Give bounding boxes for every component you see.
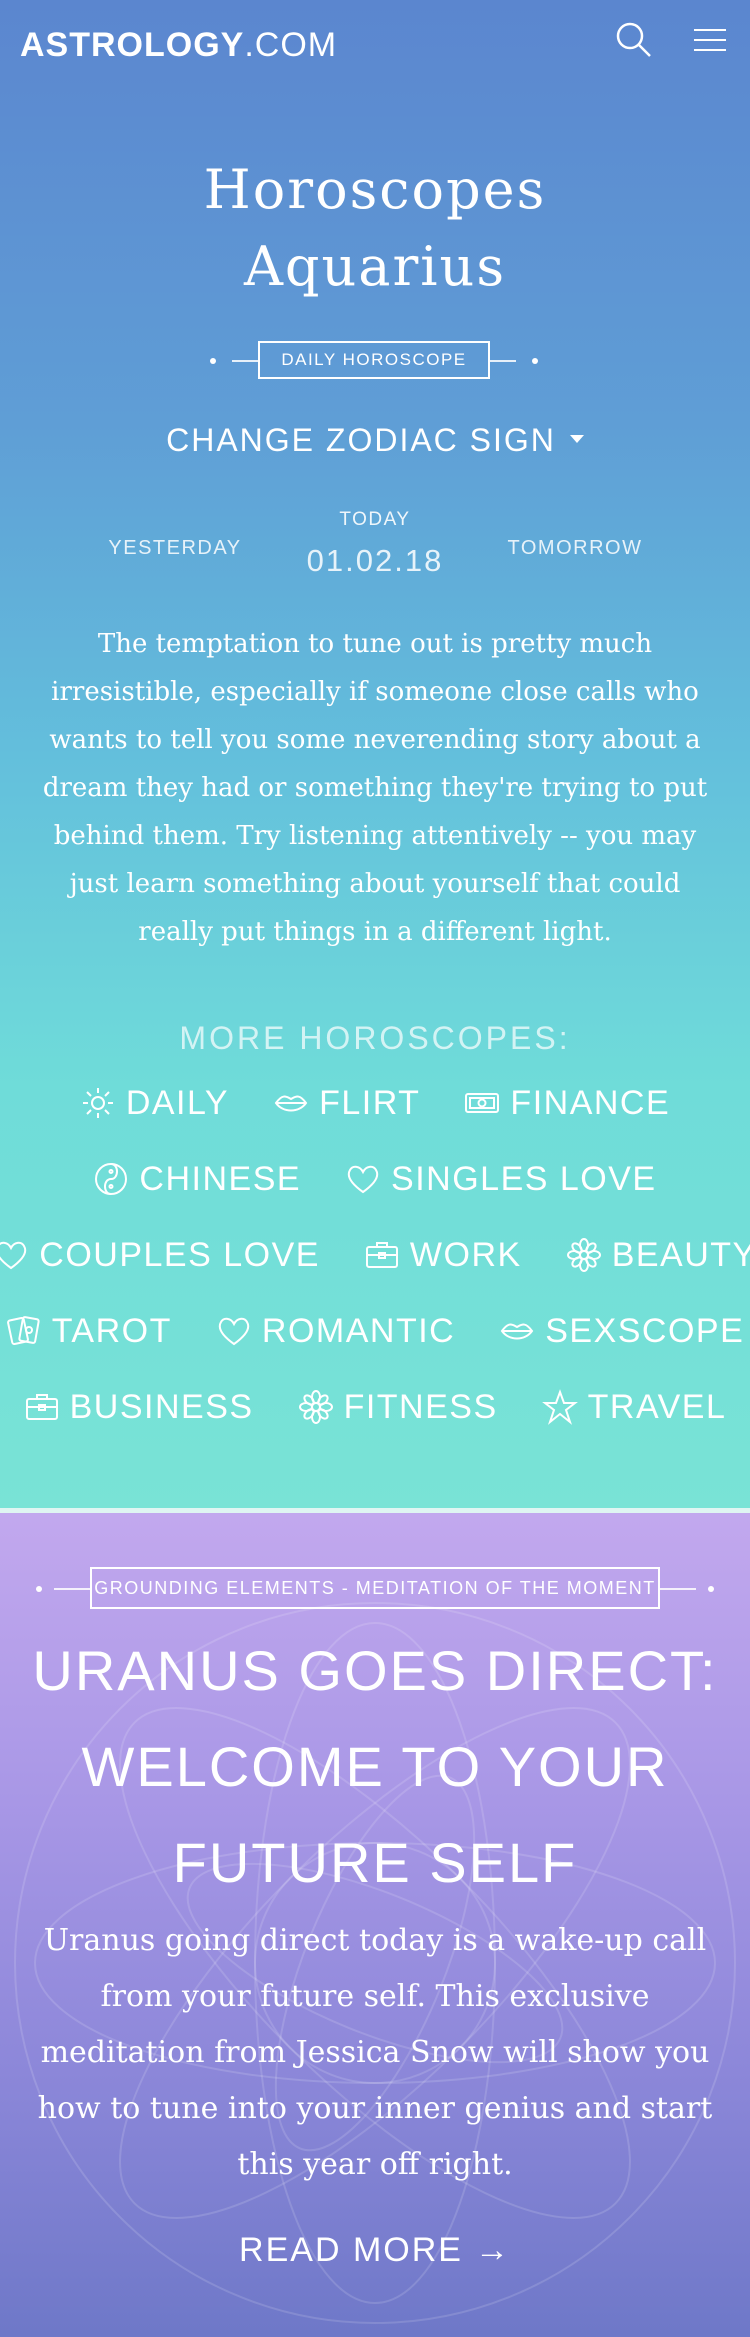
ornament-dot [708,1586,714,1592]
more-horoscopes-title: MORE HOROSCOPES: [179,1020,571,1056]
ornament-dot [36,1586,42,1592]
today-date: 01.02.18 [306,543,444,578]
day-navigation: YESTERDAY TODAY 01.02.18 TOMORROW [0,505,750,585]
horoscope-text: The temptation to tune out is pretty muc… [42,629,708,947]
logo-suffix: .COM [244,26,338,64]
caret-down-icon [569,434,584,443]
change-sign-label: CHANGE ZODIAC SIGN [166,422,556,458]
link-label: SINGLES LOVE [391,1159,657,1198]
link-fitness[interactable]: FITNESS [298,1388,498,1427]
ornament-line [54,1588,90,1590]
link-label: SEXSCOPE [545,1311,745,1350]
heart-icon [347,1165,379,1194]
search-button[interactable] [612,18,656,62]
ornament-dot [532,358,538,364]
link-label: FITNESS [343,1387,498,1426]
link-label: FINANCE [510,1083,671,1122]
link-romantic[interactable]: ROMANTIC [216,1312,455,1351]
tomorrow-link[interactable]: TOMORROW [490,537,660,560]
heart-icon [0,1241,27,1270]
link-label: CHINESE [139,1159,302,1198]
page-title: Horoscopes [203,158,547,221]
link-couples-love[interactable]: COUPLES LOVE [0,1236,320,1275]
lips-icon [500,1323,534,1340]
link-beauty[interactable]: BEAUTY [566,1236,750,1275]
lips-icon [274,1095,308,1112]
link-finance[interactable]: FINANCE [464,1084,670,1123]
ornament-line [660,1588,696,1590]
link-label: ROMANTIC [261,1311,456,1350]
flower-icon [298,1390,333,1424]
link-travel[interactable]: TRAVEL [541,1387,727,1427]
link-label: BEAUTY [611,1235,750,1274]
today-label: TODAY [339,509,411,530]
links-row: TAROT ROMANTIC SEXSCOPE [0,1301,750,1361]
section-label-ornament: DAILY HOROSCOPE [210,341,540,381]
money-icon [465,1093,500,1113]
featured-article: GROUNDING ELEMENTS - MEDITATION OF THE M… [0,1513,750,2337]
article-body: Uranus going direct today is a wake-up c… [37,1923,713,2182]
link-singles-love[interactable]: SINGLES LOVE [345,1160,657,1199]
links-row: CHINESE SINGLES LOVE [0,1149,750,1209]
link-label: TAROT [51,1311,172,1350]
yin-yang-icon [95,1163,128,1195]
heart-icon [218,1317,250,1346]
link-daily[interactable]: DAILY [80,1084,229,1123]
link-business[interactable]: BUSINESS [24,1388,254,1427]
link-flirt[interactable]: FLIRT [273,1084,420,1123]
link-tarot[interactable]: TAROT [6,1312,172,1351]
star-icon [541,1389,578,1425]
ornament-dot [210,358,216,364]
link-chinese[interactable]: CHINESE [93,1160,301,1199]
link-label: BUSINESS [69,1387,254,1426]
tarot-cards-icon [6,1316,40,1346]
link-label: FLIRT [319,1083,421,1122]
sun-icon [82,1088,113,1118]
flower-icon [566,1238,601,1272]
link-label: WORK [409,1235,522,1274]
ornament-line [490,360,516,362]
read-more-link[interactable]: READ MORE → [0,2231,750,2270]
link-label: COUPLES LOVE [39,1235,320,1274]
article-category: GROUNDING ELEMENTS - MEDITATION OF THE M… [90,1567,660,1609]
section-label: DAILY HOROSCOPE [258,341,490,379]
links-row: DAILY FLIRT FINANCE [0,1073,750,1133]
hamburger-menu-icon [694,29,726,51]
site-header: ASTROLOGY.COM [0,0,750,95]
horoscope-section: ASTROLOGY.COM Horoscopes Aquarius DAILY … [0,0,750,1510]
change-zodiac-sign-dropdown[interactable]: CHANGE ZODIAC SIGN [0,422,750,459]
link-label: TRAVEL [587,1387,727,1426]
search-icon [616,22,651,57]
links-row: BUSINESS FITNESS TRAVEL [0,1377,750,1437]
menu-button[interactable] [688,20,732,60]
yesterday-link[interactable]: YESTERDAY [90,537,260,560]
links-row: COUPLES LOVE WORK BEAUTY [0,1225,750,1285]
read-more-label: READ MORE [239,2231,463,2269]
link-work[interactable]: WORK [364,1236,522,1275]
link-label: DAILY [125,1083,230,1122]
arrow-right-icon: → [474,2231,511,2269]
briefcase-icon [365,1242,398,1268]
logo-main: ASTROLOGY [20,26,245,64]
article-category-ornament: GROUNDING ELEMENTS - MEDITATION OF THE M… [36,1567,714,1611]
site-logo[interactable]: ASTROLOGY.COM [20,26,337,65]
ornament-line [232,360,258,362]
briefcase-icon [25,1394,58,1420]
page-subtitle-sign: Aquarius [243,235,507,298]
link-sexscope[interactable]: SEXSCOPE [499,1312,744,1351]
article-title[interactable]: URANUS GOES DIRECT: WELCOME TO YOUR FUTU… [30,1623,720,1911]
